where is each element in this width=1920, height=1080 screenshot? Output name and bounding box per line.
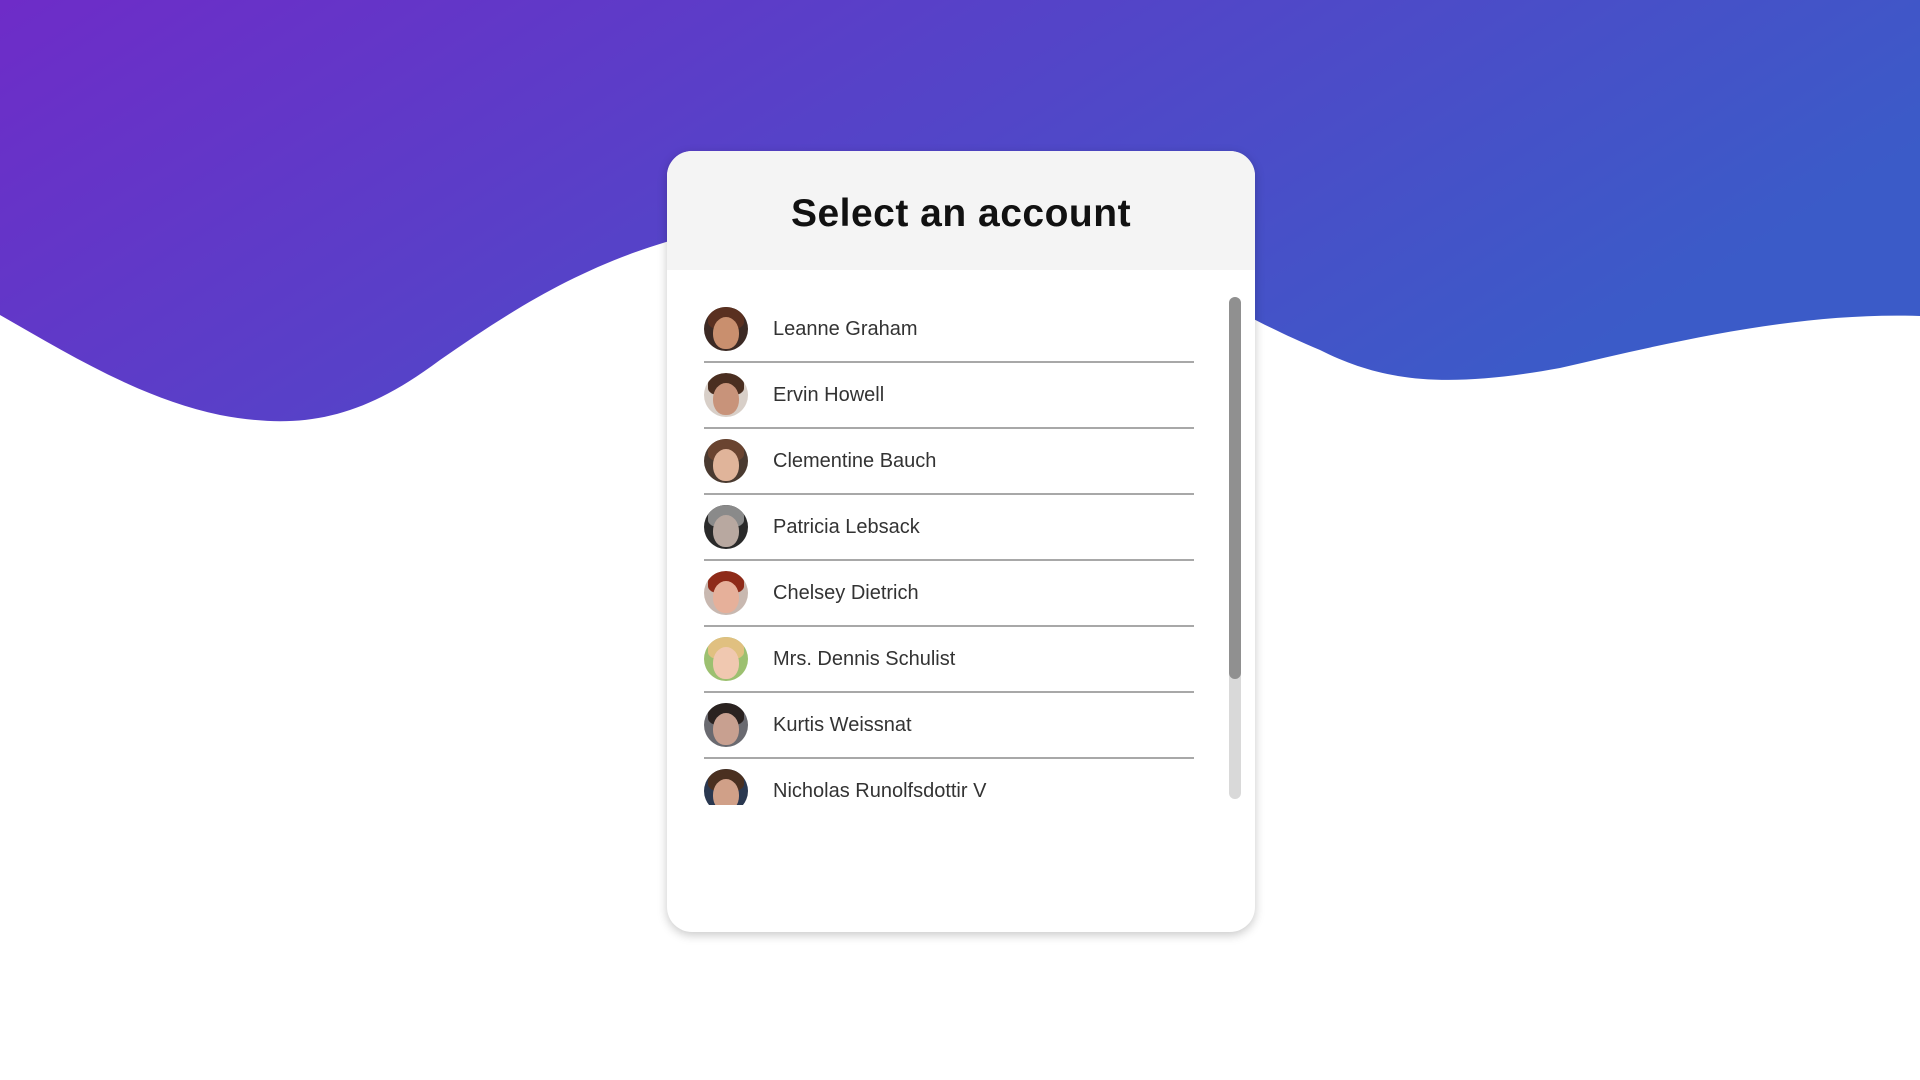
account-item[interactable]: Mrs. Dennis Schulist (704, 627, 1194, 693)
account-name: Clementine Bauch (773, 449, 937, 472)
account-selector-card: Select an account Leanne Graham Ervin Ho… (667, 151, 1255, 932)
avatar (704, 769, 748, 805)
account-item[interactable]: Chelsey Dietrich (704, 561, 1194, 627)
avatar (704, 307, 748, 351)
scrollbar-track[interactable] (1229, 297, 1241, 799)
account-list[interactable]: Leanne Graham Ervin Howell Clementine Ba… (704, 297, 1194, 805)
account-name: Chelsey Dietrich (773, 581, 919, 604)
card-header: Select an account (667, 151, 1255, 270)
scrollbar-thumb[interactable] (1229, 297, 1241, 679)
account-item[interactable]: Nicholas Runolfsdottir V (704, 759, 1194, 805)
account-name: Mrs. Dennis Schulist (773, 647, 956, 670)
account-name: Ervin Howell (773, 383, 885, 406)
avatar (704, 505, 748, 549)
avatar (704, 637, 748, 681)
account-name: Kurtis Weissnat (773, 713, 912, 736)
account-item[interactable]: Leanne Graham (704, 297, 1194, 363)
avatar (704, 373, 748, 417)
account-item[interactable]: Ervin Howell (704, 363, 1194, 429)
avatar (704, 703, 748, 747)
card-title: Select an account (790, 191, 1132, 235)
account-name: Patricia Lebsack (773, 515, 920, 538)
avatar (704, 571, 748, 615)
avatar (704, 439, 748, 483)
account-name: Leanne Graham (773, 317, 918, 340)
account-item[interactable]: Kurtis Weissnat (704, 693, 1194, 759)
account-item[interactable]: Clementine Bauch (704, 429, 1194, 495)
account-item[interactable]: Patricia Lebsack (704, 495, 1194, 561)
account-name: Nicholas Runolfsdottir V (773, 779, 987, 802)
